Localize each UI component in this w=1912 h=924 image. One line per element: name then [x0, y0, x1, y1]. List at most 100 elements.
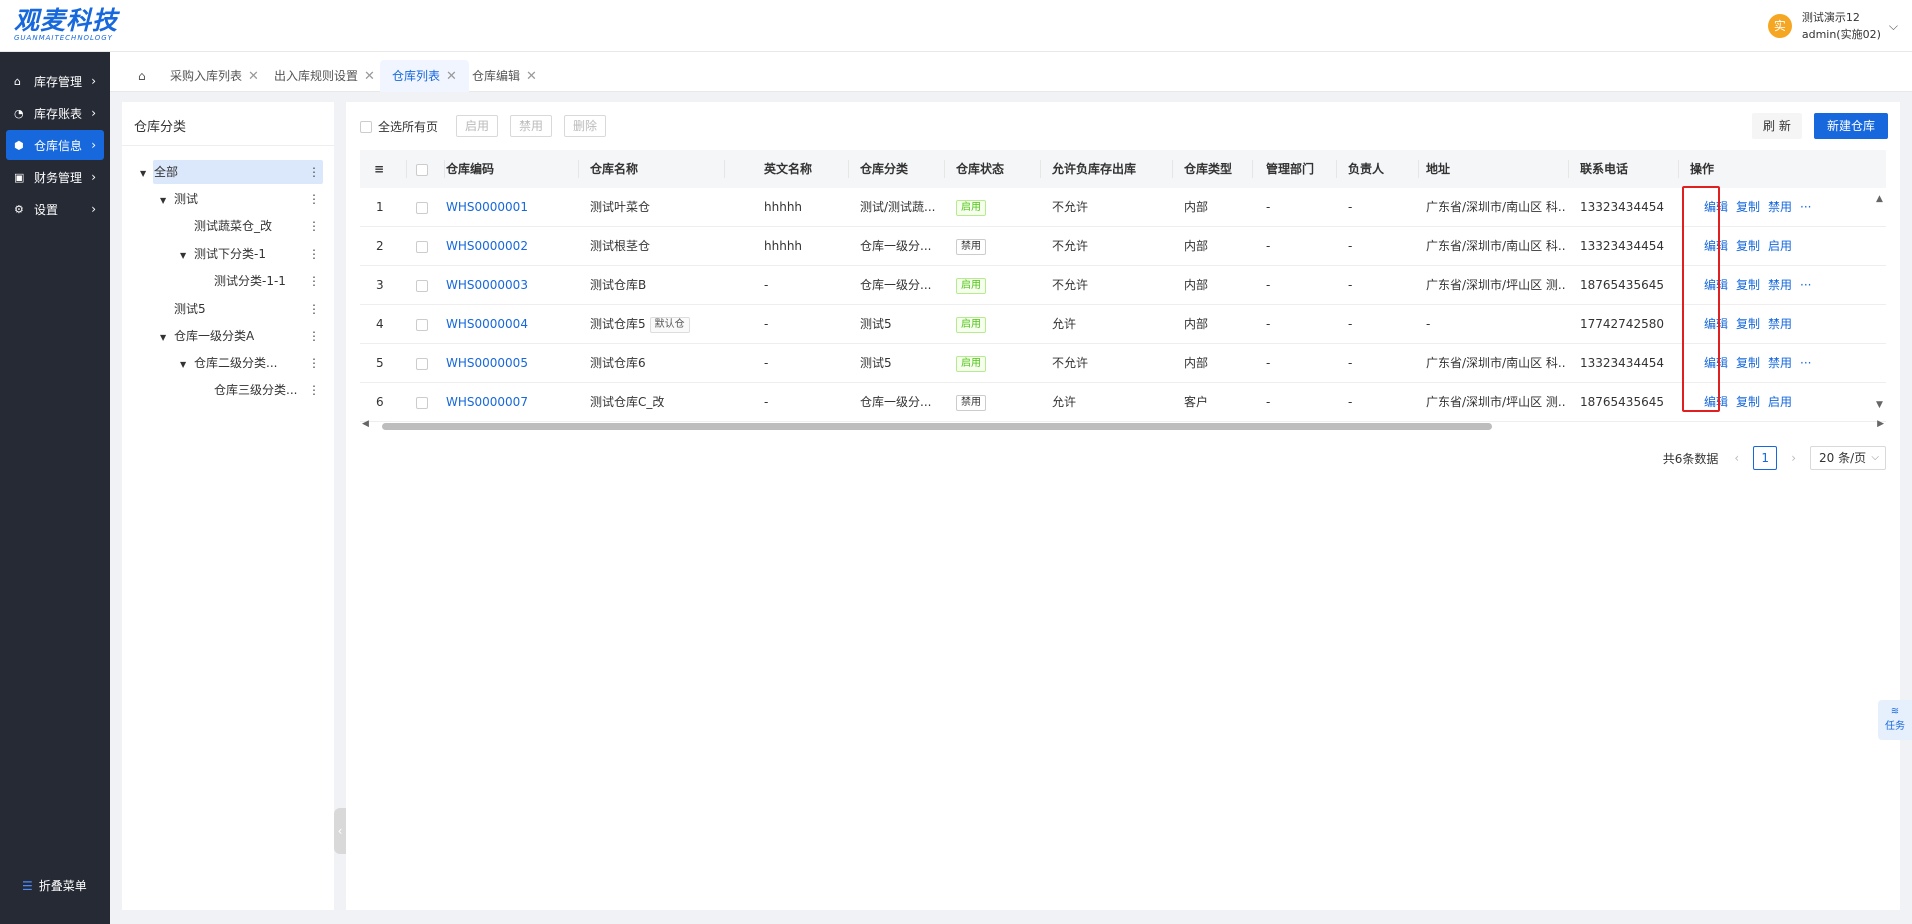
- horizontal-scrollbar[interactable]: ◀ ▶: [360, 419, 1886, 432]
- delete-button[interactable]: 删除: [564, 115, 607, 137]
- scroll-left-icon[interactable]: ◀: [362, 419, 369, 429]
- scroll-right-icon[interactable]: ▶: [1877, 419, 1884, 429]
- tree-node-test[interactable]: ▼ 测试: [160, 187, 198, 211]
- col-name: 仓库名称: [590, 162, 639, 176]
- english-name: -: [764, 395, 769, 409]
- disable-link[interactable]: 禁用: [1768, 188, 1792, 227]
- disable-link[interactable]: 禁用: [1768, 266, 1792, 305]
- more-actions-icon[interactable]: ···: [1800, 266, 1811, 305]
- more-icon[interactable]: ⋮: [308, 187, 320, 211]
- caret-down-icon[interactable]: ▼: [180, 244, 194, 268]
- more-actions-icon[interactable]: ···: [1800, 188, 1811, 227]
- enable-button[interactable]: 启用: [456, 115, 499, 137]
- tab-home[interactable]: ⌂: [126, 60, 158, 92]
- close-icon[interactable]: ✕: [248, 69, 259, 84]
- row-checkbox[interactable]: [416, 240, 428, 253]
- warehouse-code-link[interactable]: WHS0000003: [446, 266, 528, 305]
- column-settings-icon[interactable]: ≡: [374, 150, 384, 188]
- warehouse-code-link[interactable]: WHS0000005: [446, 344, 528, 383]
- tab-purchase-inbound[interactable]: 采购入库列表 ✕: [158, 60, 271, 92]
- task-button[interactable]: ≋ 任务: [1878, 700, 1912, 740]
- chevron-down-icon[interactable]: ⌵: [1889, 19, 1898, 34]
- tree-node-test5[interactable]: 测试5: [174, 297, 206, 321]
- tree-node-veg[interactable]: 测试蔬菜仓_改: [194, 214, 272, 238]
- disable-link[interactable]: 禁用: [1768, 344, 1792, 383]
- enable-link[interactable]: 启用: [1768, 227, 1792, 266]
- row-checkbox[interactable]: [416, 201, 428, 214]
- divider: [122, 145, 334, 146]
- header-checkbox[interactable]: [416, 150, 428, 188]
- copy-link[interactable]: 复制: [1736, 188, 1760, 227]
- tree-node-level3[interactable]: 仓库三级分类...: [214, 378, 297, 402]
- more-icon[interactable]: ⋮: [308, 351, 320, 375]
- tree-node-all[interactable]: ▼ 全部: [140, 160, 178, 184]
- close-icon[interactable]: ✕: [446, 69, 457, 84]
- caret-down-icon[interactable]: ▼: [180, 353, 194, 377]
- copy-link[interactable]: 复制: [1736, 305, 1760, 344]
- more-icon[interactable]: ⋮: [308, 324, 320, 348]
- panel-collapse-handle[interactable]: ‹: [334, 808, 346, 854]
- category-panel: 仓库分类 ▼ 全部 ⋮ ▼ 测试 ⋮ 测试蔬菜仓_改 ⋮ ▼ 测试下分类-1 ⋮ 测试…: [122, 102, 334, 910]
- copy-link[interactable]: 复制: [1736, 344, 1760, 383]
- enable-link[interactable]: 启用: [1768, 383, 1792, 422]
- sidebar-item-warehouse[interactable]: ⬢ 仓库信息 ›: [6, 130, 104, 160]
- close-icon[interactable]: ✕: [364, 69, 375, 84]
- page-number[interactable]: 1: [1753, 446, 1778, 470]
- row-checkbox[interactable]: [416, 396, 428, 409]
- more-icon[interactable]: ⋮: [308, 297, 320, 321]
- caret-down-icon[interactable]: ▼: [140, 162, 154, 186]
- warehouse-code-link[interactable]: WHS0000004: [446, 305, 528, 344]
- sidebar-item-ledger[interactable]: ◔ 库存账表 ›: [6, 98, 104, 128]
- tree-label: 仓库一级分类A: [174, 329, 255, 343]
- tree-node-level1[interactable]: ▼ 仓库一级分类A: [160, 324, 254, 348]
- row-checkbox[interactable]: [416, 357, 428, 370]
- owner: -: [1348, 317, 1353, 331]
- copy-link[interactable]: 复制: [1736, 227, 1760, 266]
- scrollbar-thumb[interactable]: [382, 423, 1492, 430]
- more-icon[interactable]: ⋮: [308, 269, 320, 293]
- sidebar-item-settings[interactable]: ⚙ 设置 ›: [6, 194, 104, 224]
- disable-link[interactable]: 禁用: [1768, 305, 1792, 344]
- warehouse-code-link[interactable]: WHS0000002: [446, 227, 528, 266]
- more-icon[interactable]: ⋮: [308, 242, 320, 266]
- row-checkbox[interactable]: [416, 279, 428, 292]
- tree-node-level2[interactable]: ▼ 仓库二级分类...: [180, 351, 277, 375]
- sidebar-item-inventory[interactable]: ⌂ 库存管理 ›: [6, 66, 104, 96]
- scroll-down-icon[interactable]: ▼: [1876, 400, 1883, 410]
- tab-inout-rules[interactable]: 出入库规则设置 ✕: [262, 60, 387, 92]
- more-icon[interactable]: ⋮: [308, 378, 320, 402]
- more-actions-icon[interactable]: ···: [1800, 344, 1811, 383]
- close-icon[interactable]: ✕: [526, 69, 537, 84]
- new-warehouse-button[interactable]: 新建仓库: [1814, 113, 1889, 139]
- tab-warehouse-edit[interactable]: 仓库编辑 ✕: [460, 60, 549, 92]
- select-all-checkbox[interactable]: [360, 120, 372, 133]
- more-icon[interactable]: ⋮: [308, 160, 320, 184]
- collapse-menu-button[interactable]: ☰ 折叠菜单: [22, 877, 87, 894]
- row-checkbox[interactable]: [416, 318, 428, 331]
- caret-down-icon[interactable]: ▼: [160, 326, 174, 350]
- owner: -: [1348, 356, 1353, 370]
- tree-label: 测试下分类-1: [194, 247, 266, 261]
- more-icon[interactable]: ⋮: [308, 214, 320, 238]
- next-page-icon[interactable]: ›: [1791, 451, 1796, 465]
- prev-page-icon[interactable]: ‹: [1734, 451, 1739, 465]
- warehouse-code-link[interactable]: WHS0000007: [446, 383, 528, 422]
- warehouse-code-link[interactable]: WHS0000001: [446, 188, 528, 227]
- sidebar-item-finance[interactable]: ▣ 财务管理 ›: [6, 162, 104, 192]
- page-size-select[interactable]: 20 条/页 ⌵: [1810, 446, 1886, 470]
- copy-link[interactable]: 复制: [1736, 383, 1760, 422]
- copy-link[interactable]: 复制: [1736, 266, 1760, 305]
- user-menu[interactable]: 实 测试演示12 admin(实施02) ⌵: [1767, 9, 1898, 43]
- tree-node-sub1[interactable]: ▼ 测试下分类-1: [180, 242, 266, 266]
- refresh-button[interactable]: 刷 新: [1752, 113, 1802, 139]
- caret-down-icon[interactable]: ▼: [160, 189, 174, 213]
- chevron-right-icon: ›: [91, 106, 96, 120]
- select-all-pages[interactable]: 全选所有页: [360, 118, 438, 135]
- user-name: 测试演示12: [1801, 11, 1860, 24]
- disable-button[interactable]: 禁用: [510, 115, 553, 137]
- tree-node-sub11[interactable]: 测试分类-1-1: [214, 269, 286, 293]
- home-icon: ⌂: [14, 74, 21, 88]
- col-phone: 联系电话: [1580, 162, 1629, 176]
- tab-warehouse-list[interactable]: 仓库列表 ✕: [380, 60, 469, 92]
- scroll-up-icon[interactable]: ▲: [1876, 194, 1883, 204]
